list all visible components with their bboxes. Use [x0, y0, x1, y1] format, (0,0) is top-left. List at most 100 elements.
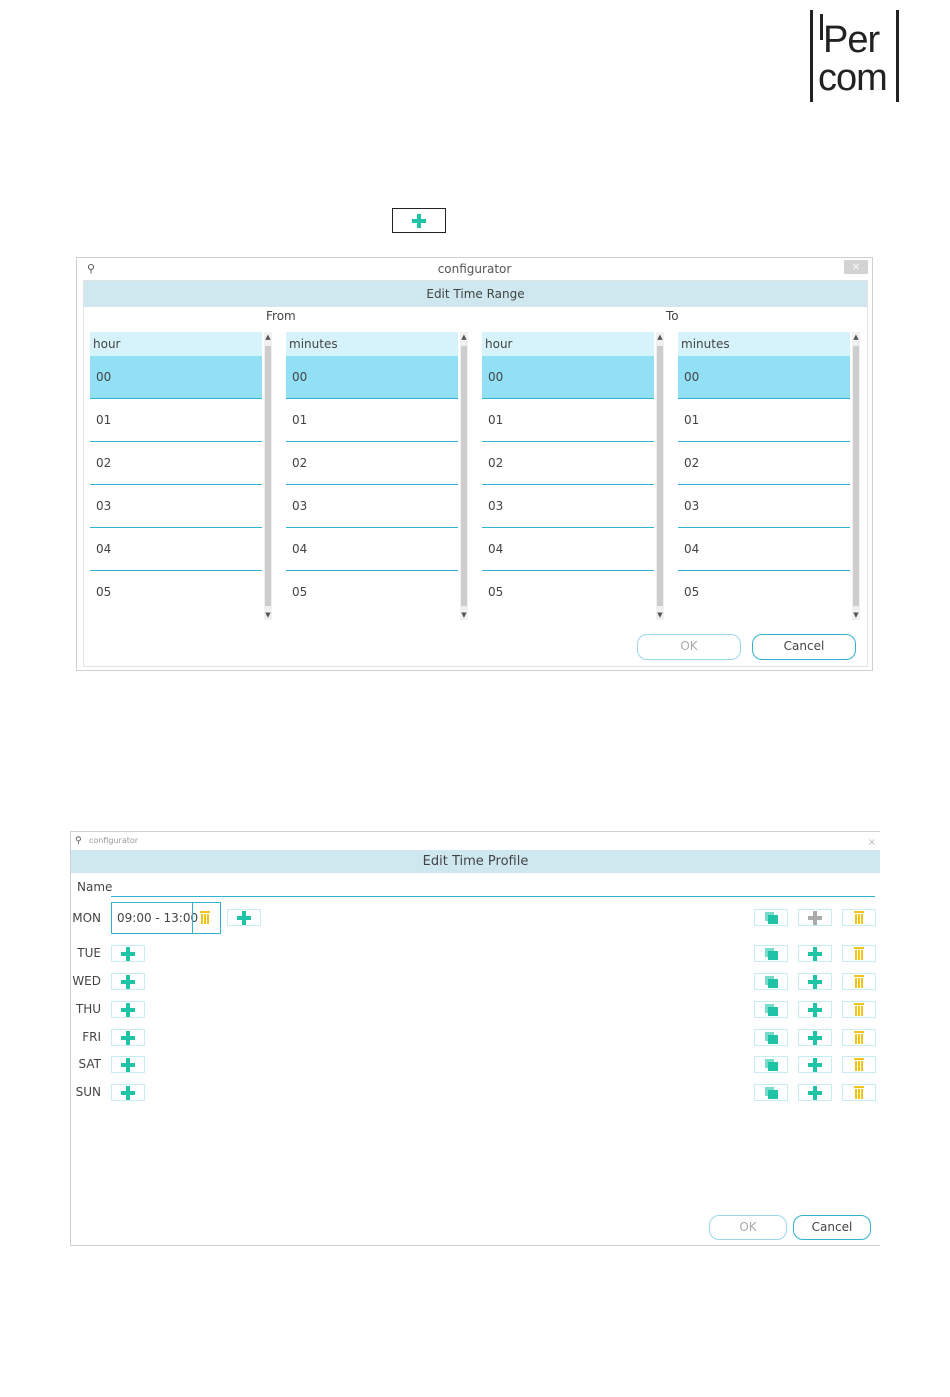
list-item[interactable]: 03 — [286, 485, 458, 528]
add-range-button-wed[interactable] — [111, 973, 145, 990]
scroll-up-icon[interactable]: ▲ — [264, 332, 272, 342]
copy-button-sun[interactable] — [754, 1084, 788, 1101]
list-item[interactable]: 05 — [90, 571, 262, 614]
copy-button-fri[interactable] — [754, 1029, 788, 1046]
to-minutes-list[interactable]: minutes 00 01 02 03 04 05 ▲ ▼ — [678, 332, 860, 622]
scroll-thumb[interactable] — [853, 346, 859, 606]
paste-button-thu[interactable] — [798, 1001, 832, 1018]
day-label-mon: MON — [72, 911, 101, 925]
cancel-button[interactable]: Cancel — [793, 1215, 871, 1240]
list-item[interactable]: 01 — [482, 399, 654, 442]
add-range-button-sat[interactable] — [111, 1056, 145, 1073]
list-item[interactable]: 04 — [482, 528, 654, 571]
copy-icon — [764, 1086, 778, 1099]
scroll-up-icon[interactable]: ▲ — [656, 332, 664, 342]
copy-icon — [764, 947, 778, 960]
scroll-thumb[interactable] — [657, 346, 663, 606]
scroll-up-icon[interactable]: ▲ — [460, 332, 468, 342]
to-hour-list[interactable]: hour 00 01 02 03 04 05 ▲ ▼ — [482, 332, 664, 622]
add-range-button-mon[interactable] — [227, 909, 261, 926]
list-item[interactable]: 05 — [482, 571, 654, 614]
delete-day-button-wed[interactable] — [842, 973, 876, 990]
list-item[interactable]: 00 — [90, 356, 262, 399]
scroll-down-icon[interactable]: ▼ — [852, 610, 860, 620]
list-item[interactable]: 04 — [678, 528, 850, 571]
list-item[interactable]: 04 — [90, 528, 262, 571]
copy-button-sat[interactable] — [754, 1056, 788, 1073]
column-header: minutes — [286, 332, 458, 356]
scroll-thumb[interactable] — [265, 346, 271, 606]
plus-icon — [808, 910, 822, 925]
close-button[interactable]: × — [868, 834, 876, 852]
add-range-button-thu[interactable] — [111, 1001, 145, 1018]
list-item[interactable]: 01 — [90, 399, 262, 442]
delete-day-button-sat[interactable] — [842, 1056, 876, 1073]
day-label-fri: FRI — [82, 1030, 101, 1044]
list-item[interactable]: 02 — [482, 442, 654, 485]
list-item[interactable]: 04 — [286, 528, 458, 571]
close-button[interactable]: × — [844, 260, 868, 274]
paste-button-mon[interactable] — [798, 909, 832, 926]
delete-day-button-thu[interactable] — [842, 1001, 876, 1018]
scroll-down-icon[interactable]: ▼ — [264, 610, 272, 620]
cancel-button[interactable]: Cancel — [752, 634, 856, 660]
dialog-title: Edit Time Range — [84, 281, 867, 307]
plus-icon — [808, 946, 822, 961]
scrollbar[interactable]: ▲ ▼ — [264, 332, 272, 620]
list-item[interactable]: 00 — [482, 356, 654, 399]
list-item[interactable]: 01 — [286, 399, 458, 442]
plus-icon — [808, 1057, 822, 1072]
copy-icon — [764, 911, 778, 924]
paste-button-sat[interactable] — [798, 1056, 832, 1073]
add-button-illustration — [392, 208, 446, 233]
list-item[interactable]: 05 — [678, 571, 850, 614]
trash-icon — [854, 1031, 864, 1044]
paste-button-wed[interactable] — [798, 973, 832, 990]
list-item[interactable]: 03 — [482, 485, 654, 528]
time-range-text: 09:00 - 13:00 — [117, 911, 199, 925]
add-range-button-tue[interactable] — [111, 945, 145, 962]
day-label-sat: SAT — [78, 1057, 101, 1071]
scroll-thumb[interactable] — [461, 346, 467, 606]
divider — [192, 903, 193, 933]
scroll-up-icon[interactable]: ▲ — [852, 332, 860, 342]
paste-button-sun[interactable] — [798, 1084, 832, 1101]
copy-button-wed[interactable] — [754, 973, 788, 990]
from-minutes-list[interactable]: minutes 00 01 02 03 04 05 ▲ ▼ — [286, 332, 468, 622]
paste-button-fri[interactable] — [798, 1029, 832, 1046]
time-range-chip[interactable]: 09:00 - 13:00 — [111, 902, 221, 934]
copy-button-tue[interactable] — [754, 945, 788, 962]
scroll-down-icon[interactable]: ▼ — [460, 610, 468, 620]
scrollbar[interactable]: ▲ ▼ — [656, 332, 664, 620]
add-range-button-sun[interactable] — [111, 1084, 145, 1101]
scroll-down-icon[interactable]: ▼ — [656, 610, 664, 620]
list-item[interactable]: 02 — [678, 442, 850, 485]
copy-button-mon[interactable] — [754, 909, 788, 926]
list-item[interactable]: 00 — [286, 356, 458, 399]
add-range-button-fri[interactable] — [111, 1029, 145, 1046]
plus-icon — [808, 1002, 822, 1017]
delete-range-button[interactable] — [200, 911, 210, 924]
paste-button-tue[interactable] — [798, 945, 832, 962]
list-item[interactable]: 00 — [678, 356, 850, 399]
delete-day-button-tue[interactable] — [842, 945, 876, 962]
list-item[interactable]: 01 — [678, 399, 850, 442]
from-hour-list[interactable]: hour 00 01 02 03 04 05 ▲ ▼ — [90, 332, 272, 622]
list-item[interactable]: 03 — [678, 485, 850, 528]
ok-button[interactable]: OK — [709, 1215, 787, 1240]
ok-button[interactable]: OK — [637, 634, 741, 660]
delete-day-button-sun[interactable] — [842, 1084, 876, 1101]
delete-day-button-mon[interactable] — [842, 909, 876, 926]
copy-button-thu[interactable] — [754, 1001, 788, 1018]
list-item[interactable]: 03 — [90, 485, 262, 528]
list-item[interactable]: 02 — [90, 442, 262, 485]
logo-bar-right — [896, 10, 899, 102]
scrollbar[interactable]: ▲ ▼ — [852, 332, 860, 620]
scrollbar[interactable]: ▲ ▼ — [460, 332, 468, 620]
plus-icon — [808, 974, 822, 989]
name-input[interactable] — [111, 896, 875, 897]
list-item[interactable]: 05 — [286, 571, 458, 614]
delete-day-button-fri[interactable] — [842, 1029, 876, 1046]
edit-time-profile-window: ⚲ configurator × Edit Time Profile Name … — [70, 831, 880, 1246]
list-item[interactable]: 02 — [286, 442, 458, 485]
